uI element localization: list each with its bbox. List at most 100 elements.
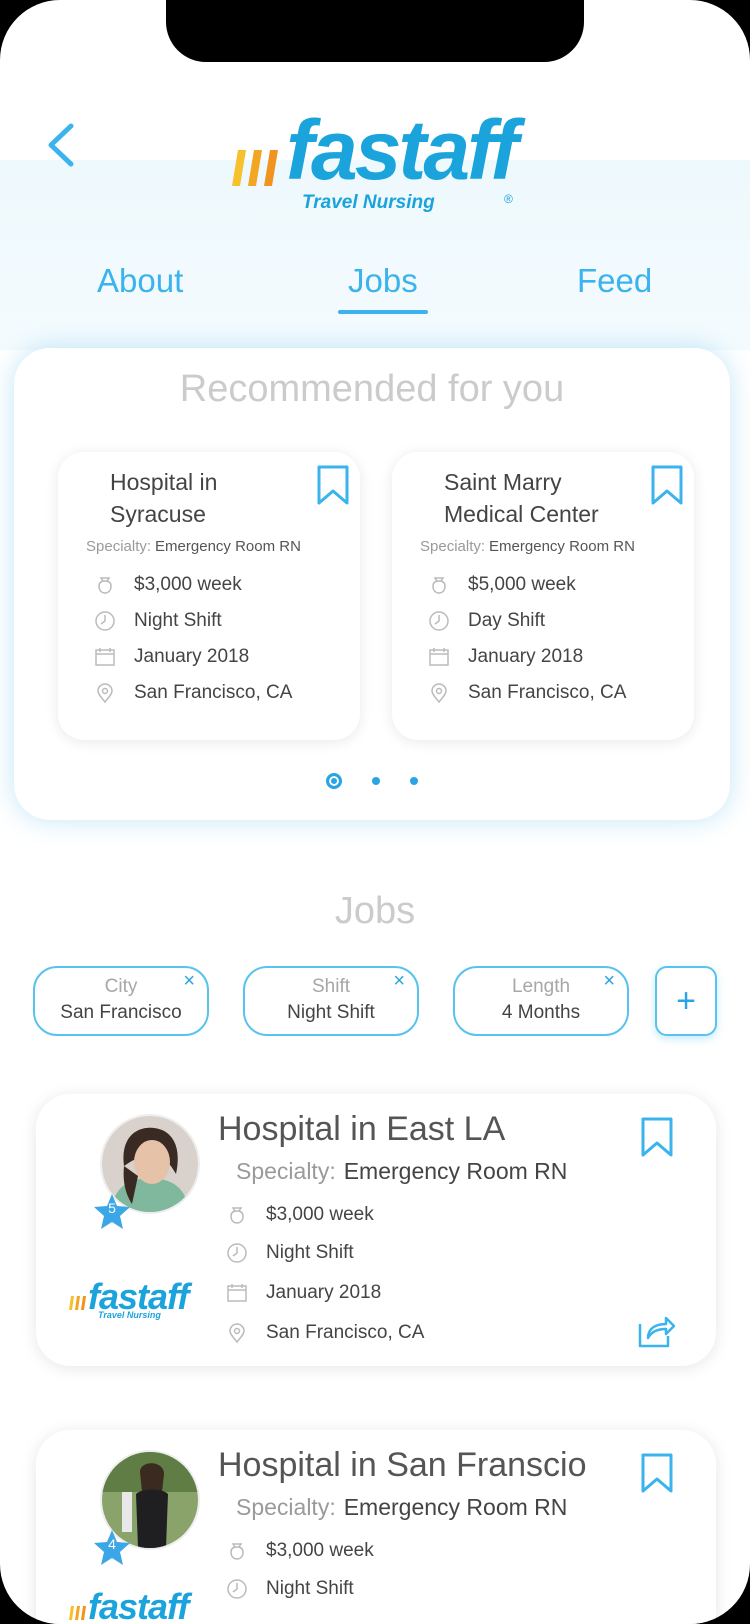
location-text: San Francisco, CA xyxy=(468,682,627,703)
location-text: San Francisco, CA xyxy=(134,682,293,703)
jobs-heading: Jobs xyxy=(334,890,416,932)
plus-icon: + xyxy=(676,981,696,1020)
tab-feed[interactable]: Feed xyxy=(577,262,652,300)
location-pin-icon xyxy=(431,683,447,704)
job-listing-card[interactable]: 5 Hospital in East LA Specialty: Emergenc… xyxy=(36,1094,716,1366)
tab-jobs[interactable]: Jobs xyxy=(338,262,428,314)
location-text: San Francisco, CA xyxy=(266,1322,425,1343)
remove-filter-icon[interactable]: × xyxy=(603,970,615,993)
page-dot[interactable] xyxy=(410,776,418,785)
job-name-line: Saint Marry xyxy=(444,469,562,495)
specialty-row: Specialty: Emergency Room RN xyxy=(86,538,301,555)
logo-wordmark: fastaff xyxy=(286,103,519,197)
logo-tagline: Travel Nursing xyxy=(302,192,435,213)
rating-star-badge: 4 xyxy=(92,1528,132,1568)
specialty-row: Specialty: Emergency Room RN xyxy=(236,1494,567,1521)
calendar-icon xyxy=(429,648,449,666)
specialty-value: Emergency Room RN xyxy=(343,1494,568,1520)
specialty-value: Emergency Room RN xyxy=(489,538,635,555)
pay-row: $3,000 week xyxy=(226,1540,374,1562)
tab-bar: About Jobs Feed xyxy=(0,262,750,318)
date-text: January 2018 xyxy=(468,646,584,667)
logo-stripes xyxy=(69,1606,86,1620)
shift-row: Day Shift xyxy=(428,610,545,632)
page-dot[interactable] xyxy=(372,776,380,785)
shift-text: Night Shift xyxy=(134,610,222,631)
specialty-value: Emergency Room RN xyxy=(155,538,301,555)
date-row: January 2018 xyxy=(94,646,249,668)
page-dot[interactable] xyxy=(326,772,342,789)
money-bag-icon xyxy=(230,1207,244,1224)
clock-icon xyxy=(95,611,115,631)
job-name-line: Medical Center xyxy=(444,501,599,527)
date-row: January 2018 xyxy=(226,1282,381,1304)
filter-key: Length xyxy=(511,976,571,997)
job-title: Hospital in San Franscio xyxy=(218,1446,587,1484)
date-text: January 2018 xyxy=(266,1282,382,1303)
share-icon[interactable] xyxy=(636,1310,676,1350)
logo-stripes xyxy=(232,150,278,186)
location-row: San Francisco, CA xyxy=(428,682,626,704)
calendar-icon xyxy=(227,1284,247,1302)
bookmark-icon[interactable] xyxy=(640,1116,674,1158)
carousel-pagination xyxy=(14,772,730,790)
remove-filter-icon[interactable]: × xyxy=(183,970,195,993)
logo-wordmark: fastaff xyxy=(88,1586,189,1624)
shift-row: Night Shift xyxy=(226,1242,354,1264)
pay-text: $3,000 week xyxy=(134,574,242,595)
clock-icon xyxy=(227,1243,247,1263)
bookmark-icon[interactable] xyxy=(640,1452,674,1494)
bookmark-icon[interactable] xyxy=(316,464,350,506)
job-listing-card[interactable]: 4 Hospital in San Franscio Specialty: Eme… xyxy=(36,1430,716,1624)
recommended-job-card[interactable]: Hospital in Syracuse Specialty: Emergency… xyxy=(58,452,360,740)
recommended-job-card[interactable]: Saint Marry Medical Center Specialty: Eme… xyxy=(392,452,694,740)
money-bag-icon xyxy=(432,577,446,594)
shift-row: Night Shift xyxy=(94,610,222,632)
filter-value: San Francisco xyxy=(60,1002,182,1023)
location-pin-icon xyxy=(97,683,113,704)
logo-tagline: Travel Nursing xyxy=(98,1310,161,1320)
remove-filter-icon[interactable]: × xyxy=(393,970,405,993)
location-pin-icon xyxy=(229,1323,245,1344)
date-row: January 2018 xyxy=(428,646,583,668)
job-name: Hospital in Syracuse xyxy=(110,466,310,530)
filter-key: City xyxy=(104,976,138,997)
rating-value: 5 xyxy=(108,1200,116,1216)
registered-mark: ® xyxy=(504,192,513,206)
add-filter-button[interactable]: + xyxy=(655,966,717,1036)
logo-stripes xyxy=(69,1296,86,1310)
company-logo: fastaff Travel Nursing xyxy=(68,1276,189,1330)
job-name: Saint Marry Medical Center xyxy=(444,466,644,530)
tab-about[interactable]: About xyxy=(97,262,183,300)
job-title: Hospital in East LA xyxy=(218,1110,506,1148)
shift-text: Day Shift xyxy=(468,610,546,631)
recommended-panel: Recommended for you Hospital in Syracuse… xyxy=(14,348,730,820)
specialty-row: Specialty: Emergency Room RN xyxy=(236,1158,567,1185)
filter-chip-city[interactable]: City San Francisco × xyxy=(33,966,209,1036)
back-button[interactable] xyxy=(40,118,80,172)
filter-chip-shift[interactable]: Shift Night Shift × xyxy=(243,966,419,1036)
pay-row: $3,000 week xyxy=(94,574,242,596)
rating-value: 4 xyxy=(108,1536,116,1552)
money-bag-icon xyxy=(98,577,112,594)
bookmark-icon[interactable] xyxy=(650,464,684,506)
specialty-label: Specialty: xyxy=(236,1494,336,1520)
pay-row: $3,000 week xyxy=(226,1204,374,1226)
pay-text: $3,000 week xyxy=(266,1204,374,1225)
specialty-label: Specialty: xyxy=(420,538,486,555)
shift-row: Night Shift xyxy=(226,1578,354,1600)
phone-screen: fastaff Travel Nursing ® About Jobs Feed… xyxy=(0,0,750,1624)
location-row: San Francisco, CA xyxy=(94,682,292,704)
money-bag-icon xyxy=(230,1543,244,1560)
specialty-label: Specialty: xyxy=(236,1158,336,1184)
filter-chip-length[interactable]: Length 4 Months × xyxy=(453,966,629,1036)
location-row: San Francisco, CA xyxy=(226,1322,424,1344)
clock-icon xyxy=(429,611,449,631)
pay-text: $3,000 week xyxy=(266,1540,374,1561)
date-text: January 2018 xyxy=(134,646,250,667)
pay-text: $5,000 week xyxy=(468,574,576,595)
recommended-title: Recommended for you xyxy=(179,368,565,410)
job-name-line: Syracuse xyxy=(110,501,206,527)
filter-key: Shift xyxy=(311,976,351,997)
company-logo: fastaff xyxy=(68,1586,189,1624)
